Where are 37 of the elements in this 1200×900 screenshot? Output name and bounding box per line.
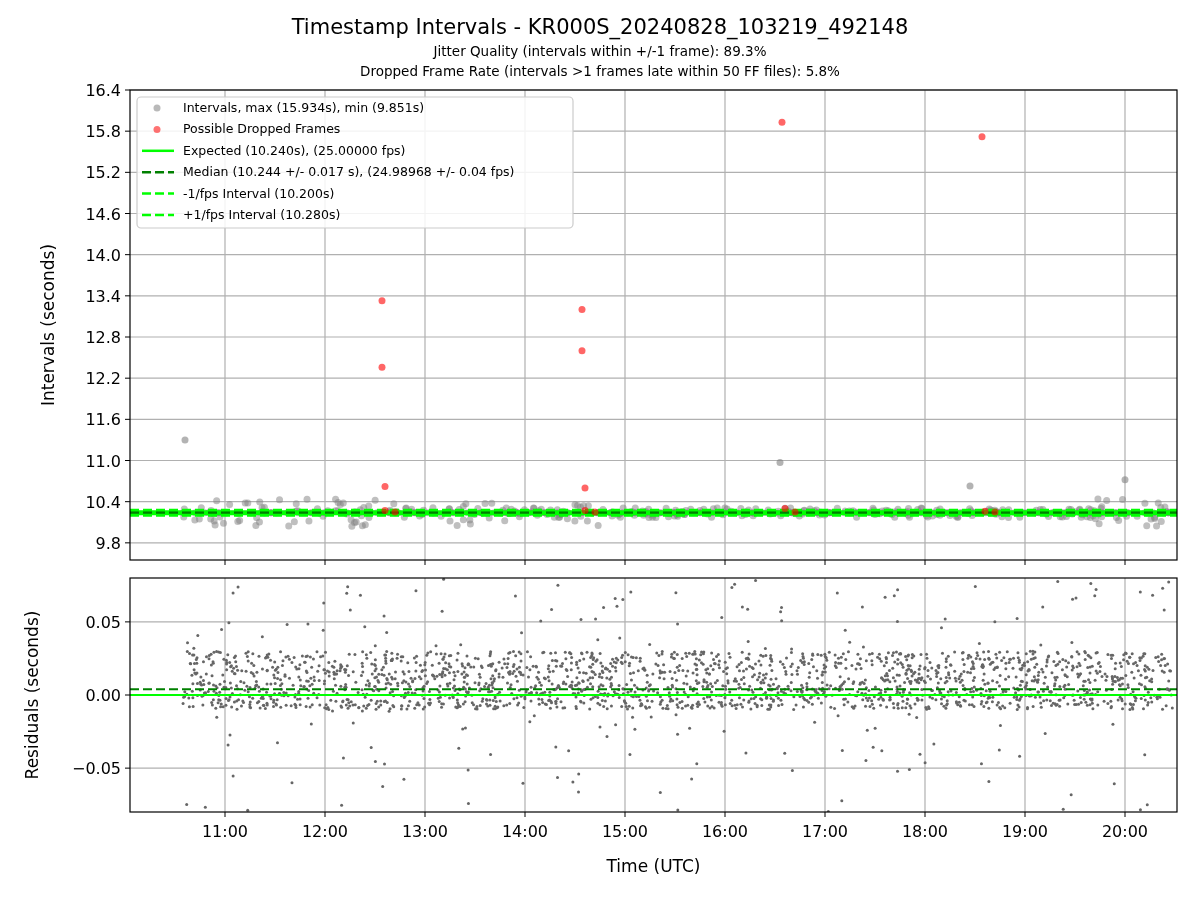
tick-label: 19:00 xyxy=(1001,822,1049,841)
tick-label: 13:00 xyxy=(401,822,449,841)
tick-label: 13.4 xyxy=(85,286,121,306)
tick-label: 9.8 xyxy=(95,533,121,553)
tick-label: 14.6 xyxy=(85,204,121,224)
tick-label: 18:00 xyxy=(901,822,949,841)
tick-label: 20:00 xyxy=(1101,822,1149,841)
axis-label: Intervals (seconds) xyxy=(38,243,58,407)
tick-label: 15.2 xyxy=(85,163,121,183)
chart-title: Timestamp Intervals - KR000S_20240828_103219_492148 xyxy=(291,14,909,41)
legend-label: Median (10.244 +/- 0.017 s), (24.98968 +/- 0.04 fps) xyxy=(183,164,515,180)
tick-label: 14.0 xyxy=(85,245,121,265)
tick-label: 11:00 xyxy=(201,822,249,841)
chart-subtitle: Dropped Frame Rate (intervals >1 frames late within 50 FF files): 5.8% xyxy=(360,62,840,81)
legend-label: +1/fps Interval (10.280s) xyxy=(183,207,341,222)
tick-label: 12:00 xyxy=(301,822,349,841)
tick-label: 12.2 xyxy=(85,369,121,389)
legend-label: Expected (10.240s), (25.00000 fps) xyxy=(183,142,406,158)
tick-label: 16.4 xyxy=(85,81,121,100)
tick-label: 15.8 xyxy=(85,122,121,142)
tick-label: 0.05 xyxy=(85,612,121,632)
legend-label: Intervals, max (15.934s), min (9.851s) xyxy=(183,100,425,115)
tick-label: 11.6 xyxy=(85,410,121,430)
tick-label: 15:00 xyxy=(601,822,649,841)
tick-label: 0.00 xyxy=(85,686,121,705)
legend-label: Possible Dropped Frames xyxy=(183,121,341,137)
tick-label: 12.8 xyxy=(85,328,121,347)
tick-label: 10.4 xyxy=(85,492,121,512)
axis-label: Time (UTC) xyxy=(606,856,701,876)
tick-label: 17:00 xyxy=(801,822,849,841)
tick-label: −0.05 xyxy=(71,759,121,779)
tick-label: 11.0 xyxy=(85,451,121,471)
tick-label: 14:00 xyxy=(501,822,549,841)
axis-label: Residuals (seconds) xyxy=(22,610,42,780)
tick-label: 16:00 xyxy=(701,822,749,841)
legend-label: -1/fps Interval (10.200s) xyxy=(183,185,335,201)
chart-subtitle: Jitter Quality (intervals within +/-1 frame): 89.3% xyxy=(433,42,767,61)
